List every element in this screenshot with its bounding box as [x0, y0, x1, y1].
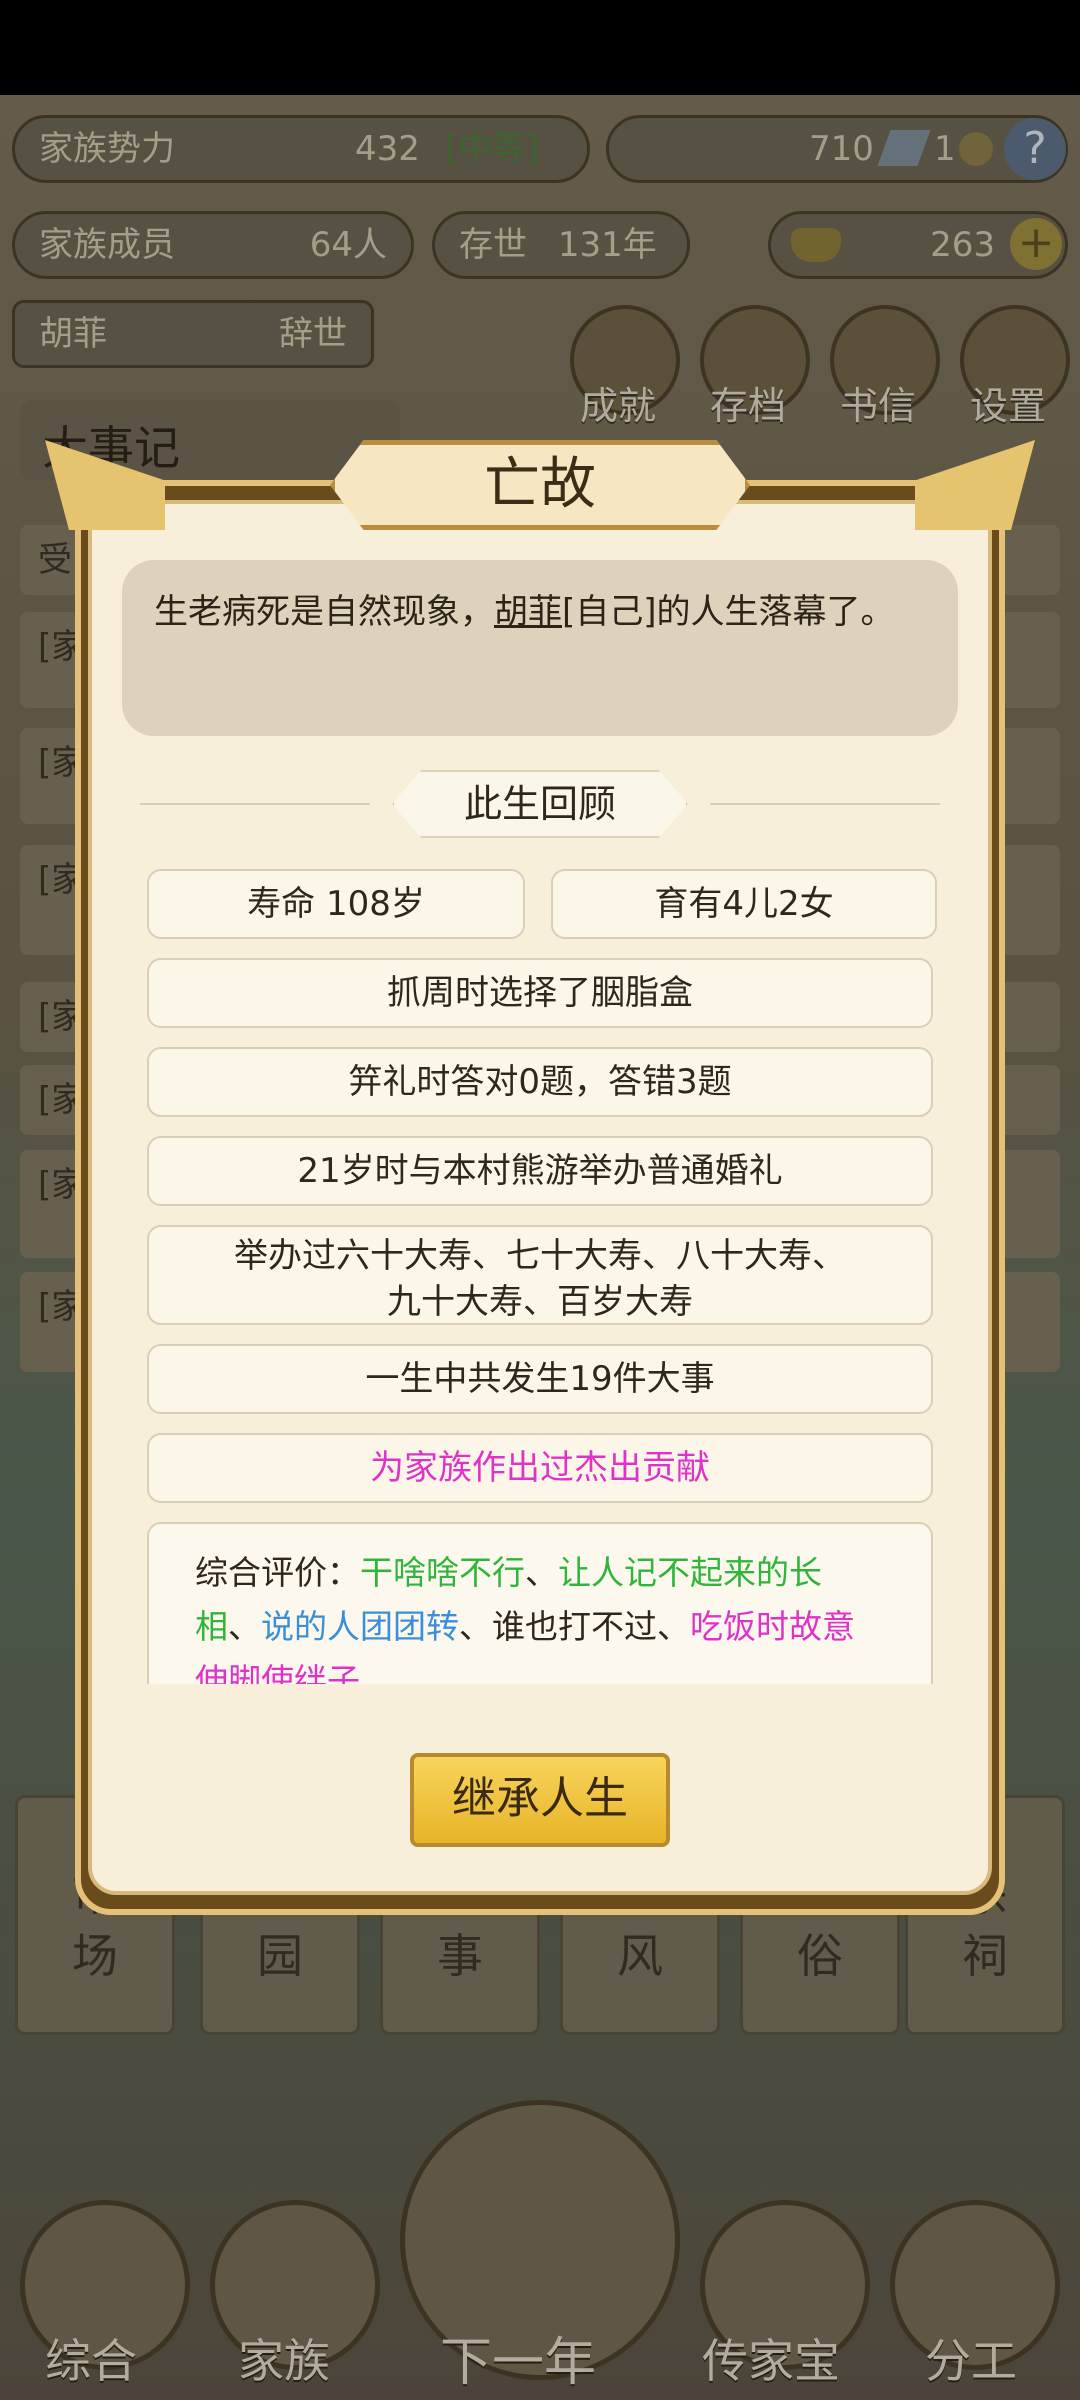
separator: 、 [228, 1607, 261, 1646]
birthdays-card: 举办过六十大寿、七十大寿、八十大寿、 九十大寿、百岁大寿 [147, 1225, 933, 1325]
status-bar [0, 0, 1080, 95]
evaluation-box[interactable]: 综合评价：干啥啥不行、让人记不起来的长相、说的人团团转、谁也打不过、吃饭时故意伸… [147, 1522, 933, 1684]
person-name-link[interactable]: 胡菲 [494, 592, 562, 632]
death-message: 生老病死是自然现象，胡菲[自己]的人生落幕了。 [122, 560, 958, 736]
separator: 、 [525, 1553, 558, 1592]
birthdays-line: 九十大寿、百岁大寿 [387, 1282, 693, 1322]
trait-tag: 干啥啥不行 [360, 1553, 525, 1592]
events-count-card: 一生中共发生19件大事 [147, 1344, 933, 1414]
contribution-card: 为家族作出过杰出贡献 [147, 1433, 933, 1503]
evaluation-label: 综合评价： [195, 1553, 360, 1592]
zhuazhou-card: 抓周时选择了胭脂盒 [147, 958, 933, 1028]
divider-right [710, 803, 940, 805]
children-card: 育有4儿2女 [551, 869, 937, 939]
section-title: 此生回顾 [463, 782, 616, 826]
separator: 、 [459, 1607, 492, 1646]
lifespan-card: 寿命 108岁 [147, 869, 525, 939]
dialog-title: 亡故 [484, 452, 596, 517]
separator: 、 [657, 1607, 690, 1646]
trait-tag: 谁也打不过 [492, 1607, 657, 1646]
message-text: [自己]的人生落幕了。 [562, 592, 895, 632]
jili-card: 笄礼时答对0题，答错3题 [147, 1047, 933, 1117]
trait-tag: 说的人团团转 [261, 1607, 459, 1646]
inherit-life-button[interactable]: 继承人生 [410, 1753, 670, 1847]
divider-left [140, 803, 370, 805]
birthdays-line: 举办过六十大寿、七十大寿、八十大寿、 [234, 1236, 846, 1276]
message-text: 生老病死是自然现象， [154, 592, 494, 632]
wedding-card: 21岁时与本村熊游举办普通婚礼 [147, 1136, 933, 1206]
